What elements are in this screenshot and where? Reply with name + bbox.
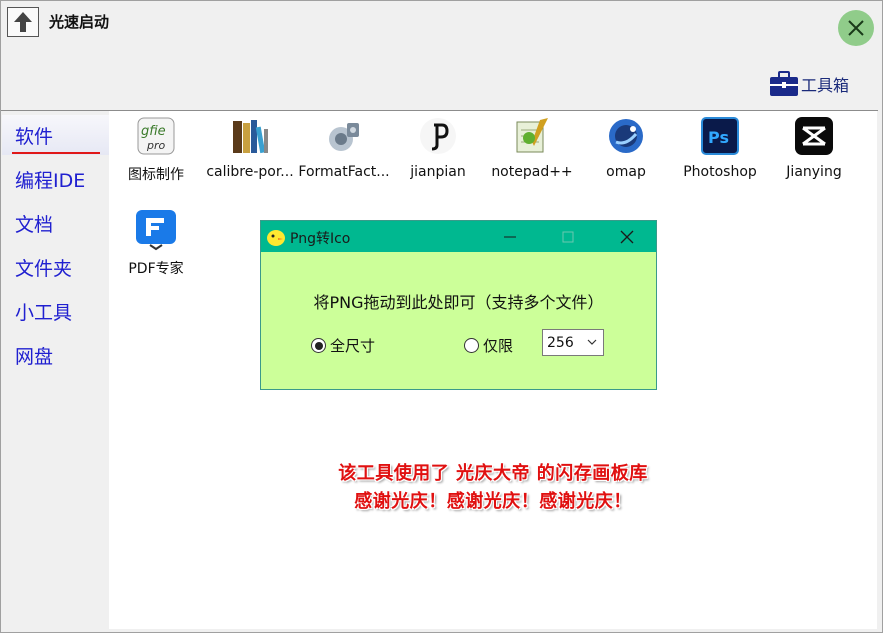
gfie-icon: gfie pro: [135, 115, 177, 157]
app-tile-gfie[interactable]: gfie pro 图标制作: [109, 113, 203, 191]
sidebar-item-label: 网盘: [15, 345, 54, 368]
radio-label: 全尺寸: [330, 337, 376, 355]
app-tile-jianying[interactable]: Jianying: [767, 113, 861, 191]
toolbox-label: 工具箱: [801, 76, 850, 95]
app-tile-photoshop[interactable]: Ps Photoshop: [673, 113, 767, 191]
svg-text:gfie: gfie: [141, 124, 166, 139]
app-label: notepad++: [491, 164, 573, 180]
dialog-titlebar[interactable]: Png转Ico: [261, 221, 656, 252]
sidebar-item-label: 文档: [15, 213, 54, 236]
sidebar-item-label: 小工具: [15, 301, 73, 324]
sidebar-item-folders[interactable]: 文件夹: [2, 247, 109, 287]
svg-text:pro: pro: [146, 139, 166, 152]
calibre-icon: [229, 115, 271, 157]
credit-line-2: 感谢光庆！感谢光庆！感谢光庆！: [354, 491, 632, 512]
radio-button[interactable]: [311, 338, 326, 353]
dialog-title: Png转Ico: [290, 231, 351, 247]
sidebar-item-tools[interactable]: 小工具: [2, 291, 109, 331]
app-label: Photoshop: [683, 164, 757, 180]
app-title: 光速启动: [49, 13, 110, 31]
app-window: 光速启动 工具箱 软件 编程IDE 文档 文件夹 小工具 网盘 gfie pro…: [0, 0, 883, 633]
app-label: 图标制作: [128, 167, 184, 183]
jianpian-icon: [417, 115, 459, 157]
app-label: calibre-por...: [206, 164, 294, 180]
formatfactory-icon: [323, 115, 365, 157]
app-tile-omap[interactable]: omap: [579, 113, 673, 191]
close-icon: [620, 230, 634, 243]
sidebar-item-netdisk[interactable]: 网盘: [2, 335, 109, 375]
sidebar-item-ide[interactable]: 编程IDE: [2, 159, 109, 199]
sidebar-item-docs[interactable]: 文档: [2, 203, 109, 243]
app-tile-pdf-expert[interactable]: PDF专家: [109, 207, 203, 285]
app-tile-notepadpp[interactable]: notepad++: [485, 113, 579, 191]
minimize-icon: [504, 236, 516, 237]
drop-zone-prompt: 将PNG拖动到此处即可（支持多个文件）: [313, 293, 604, 312]
pdf-expert-icon: [135, 209, 177, 251]
app-label: omap: [606, 164, 646, 180]
sidebar-item-label: 软件: [15, 125, 54, 148]
app-label: PDF专家: [128, 261, 184, 277]
radio-limit-size[interactable]: 仅限: [464, 335, 513, 356]
close-button[interactable]: [838, 10, 874, 46]
active-indicator: [12, 152, 100, 154]
jianying-icon: [793, 115, 835, 157]
app-tile-calibre[interactable]: calibre-por...: [203, 113, 297, 191]
size-select[interactable]: 256: [542, 329, 604, 356]
svg-text:Ps: Ps: [708, 128, 729, 147]
app-label: FormatFact...: [298, 164, 390, 180]
toolbox-button[interactable]: 工具箱: [769, 69, 849, 99]
app-tile-formatfactory[interactable]: FormatFact...: [297, 113, 391, 191]
dialog-close-button[interactable]: [604, 221, 650, 252]
radio-full-size[interactable]: 全尺寸: [311, 335, 375, 356]
dialog-maximize-button[interactable]: [545, 221, 591, 252]
category-sidebar: 软件 编程IDE 文档 文件夹 小工具 网盘: [2, 111, 109, 631]
app-label: Jianying: [786, 164, 842, 180]
sidebar-item-label: 文件夹: [15, 257, 73, 280]
omap-icon: [605, 115, 647, 157]
app-logo-up-arrow-icon: [7, 7, 39, 37]
app-label: jianpian: [410, 164, 466, 180]
credit-line-1: 该工具使用了 光庆大帝 的闪存画板库: [338, 463, 648, 484]
close-icon: [848, 20, 864, 36]
radio-label: 仅限: [483, 337, 514, 355]
size-select-value: 256: [547, 334, 574, 351]
radio-button[interactable]: [464, 338, 479, 353]
app-tile-jianpian[interactable]: jianpian: [391, 113, 485, 191]
sidebar-item-label: 编程IDE: [15, 169, 86, 192]
maximize-icon: [562, 231, 574, 242]
sidebar-item-software[interactable]: 软件: [2, 115, 109, 155]
chick-icon: [265, 226, 287, 252]
radio-selected-dot: [314, 341, 323, 350]
png-to-ico-dialog[interactable]: Png转Ico 将PNG拖动到此处即可（支持多个文件） 全尺寸 仅限 256: [260, 220, 657, 390]
chevron-down-icon: [587, 339, 597, 345]
notepadpp-icon: [511, 115, 553, 157]
dialog-minimize-button[interactable]: [487, 221, 533, 252]
photoshop-icon: Ps: [699, 115, 741, 157]
briefcase-icon: [770, 71, 798, 96]
